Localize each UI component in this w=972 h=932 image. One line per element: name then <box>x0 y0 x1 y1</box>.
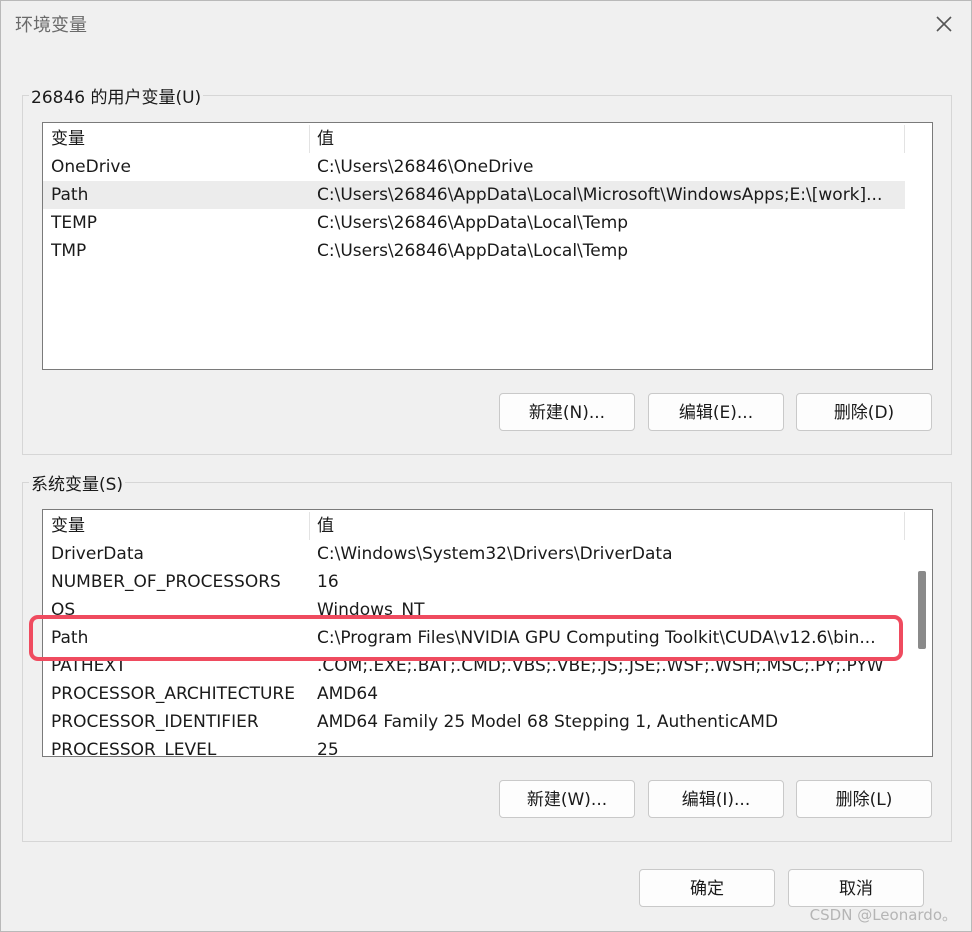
table-row[interactable]: TEMP C:\Users\26846\AppData\Local\Temp <box>43 209 905 237</box>
table-row-path[interactable]: Path C:\Program Files\NVIDIA GPU Computi… <box>43 624 905 652</box>
user-variables-list[interactable]: 变量 值 OneDrive C:\Users\26846\OneDrive Pa… <box>42 122 933 370</box>
variable-value: C:\Users\26846\AppData\Local\Temp <box>317 241 629 261</box>
variable-value: AMD64 Family 25 Model 68 Stepping 1, Aut… <box>317 712 779 732</box>
variable-value: C:\Program Files\NVIDIA GPU Computing To… <box>317 628 876 648</box>
variable-name: PATHEXT <box>51 656 127 676</box>
variable-name: PROCESSOR_LEVEL <box>51 740 217 757</box>
ok-button[interactable]: 确定 <box>639 869 775 907</box>
variable-value: AMD64 <box>317 684 379 704</box>
environment-variables-dialog: 环境变量 26846 的用户变量(U) 变量 值 OneDrive C:\Use… <box>0 0 972 932</box>
variable-name: Path <box>51 628 89 648</box>
variable-name: TEMP <box>51 213 98 233</box>
variable-name: OneDrive <box>51 157 131 177</box>
column-header-name[interactable]: 变量 <box>51 512 309 540</box>
column-header-name[interactable]: 变量 <box>51 125 309 153</box>
variable-value: C:\Users\26846\OneDrive <box>317 157 534 177</box>
system-new-button[interactable]: 新建(W)... <box>499 780 635 818</box>
variable-value: 16 <box>317 572 339 592</box>
variable-value: Windows_NT <box>317 600 425 620</box>
list-header: 变量 值 <box>43 125 905 153</box>
scrollbar-thumb[interactable] <box>918 571 926 649</box>
variable-value: 25 <box>317 740 339 757</box>
system-variables-list[interactable]: 变量 值 DriverData C:\Windows\System32\Driv… <box>42 509 933 757</box>
variable-value: C:\Users\26846\AppData\Local\Microsoft\W… <box>317 185 883 205</box>
user-edit-button[interactable]: 编辑(E)... <box>648 393 784 431</box>
table-row[interactable]: NUMBER_OF_PROCESSORS 16 <box>43 568 905 596</box>
column-header-value[interactable]: 值 <box>317 125 902 153</box>
table-row[interactable]: OS Windows_NT <box>43 596 905 624</box>
variable-name: TMP <box>51 241 87 261</box>
variable-name: NUMBER_OF_PROCESSORS <box>51 572 281 592</box>
variable-value: .COM;.EXE;.BAT;.CMD;.VBS;.VBE;.JS;.JSE;.… <box>317 656 884 676</box>
cancel-button[interactable]: 取消 <box>788 869 924 907</box>
column-divider[interactable] <box>309 125 310 153</box>
system-delete-button[interactable]: 删除(L) <box>796 780 932 818</box>
table-row[interactable]: PATHEXT .COM;.EXE;.BAT;.CMD;.VBS;.VBE;.J… <box>43 652 905 680</box>
column-divider[interactable] <box>309 512 310 540</box>
table-row[interactable]: OneDrive C:\Users\26846\OneDrive <box>43 153 905 181</box>
user-variables-label: 26846 的用户变量(U) <box>29 83 204 108</box>
watermark: CSDN @Leonardo。 <box>809 906 957 924</box>
variable-name: DriverData <box>51 544 144 564</box>
column-divider[interactable] <box>904 125 905 153</box>
variable-name: PROCESSOR_ARCHITECTURE <box>51 684 295 704</box>
variable-value: C:\Users\26846\AppData\Local\Temp <box>317 213 629 233</box>
vertical-scrollbar[interactable] <box>908 510 932 754</box>
title-bar: 环境变量 <box>1 1 971 47</box>
system-variables-label: 系统变量(S) <box>29 470 126 495</box>
variable-name: Path <box>51 185 89 205</box>
list-header: 变量 值 <box>43 512 905 540</box>
system-edit-button[interactable]: 编辑(I)... <box>648 780 784 818</box>
close-button[interactable] <box>927 7 961 41</box>
variable-value: C:\Windows\System32\Drivers\DriverData <box>317 544 673 564</box>
table-row[interactable]: PROCESSOR_ARCHITECTURE AMD64 <box>43 680 905 708</box>
variable-name: PROCESSOR_IDENTIFIER <box>51 712 259 732</box>
variable-name: OS <box>51 600 76 620</box>
table-row[interactable]: PROCESSOR_IDENTIFIER AMD64 Family 25 Mod… <box>43 708 905 736</box>
table-row[interactable]: PROCESSOR_LEVEL 25 <box>43 736 905 757</box>
user-new-button[interactable]: 新建(N)... <box>499 393 635 431</box>
close-icon <box>936 16 952 32</box>
user-delete-button[interactable]: 删除(D) <box>796 393 932 431</box>
table-row[interactable]: TMP C:\Users\26846\AppData\Local\Temp <box>43 237 905 265</box>
table-row-selected[interactable]: Path C:\Users\26846\AppData\Local\Micros… <box>43 181 905 209</box>
table-row[interactable]: DriverData C:\Windows\System32\Drivers\D… <box>43 540 905 568</box>
window-title: 环境变量 <box>15 15 87 36</box>
column-divider[interactable] <box>904 512 905 540</box>
column-header-value[interactable]: 值 <box>317 512 902 540</box>
